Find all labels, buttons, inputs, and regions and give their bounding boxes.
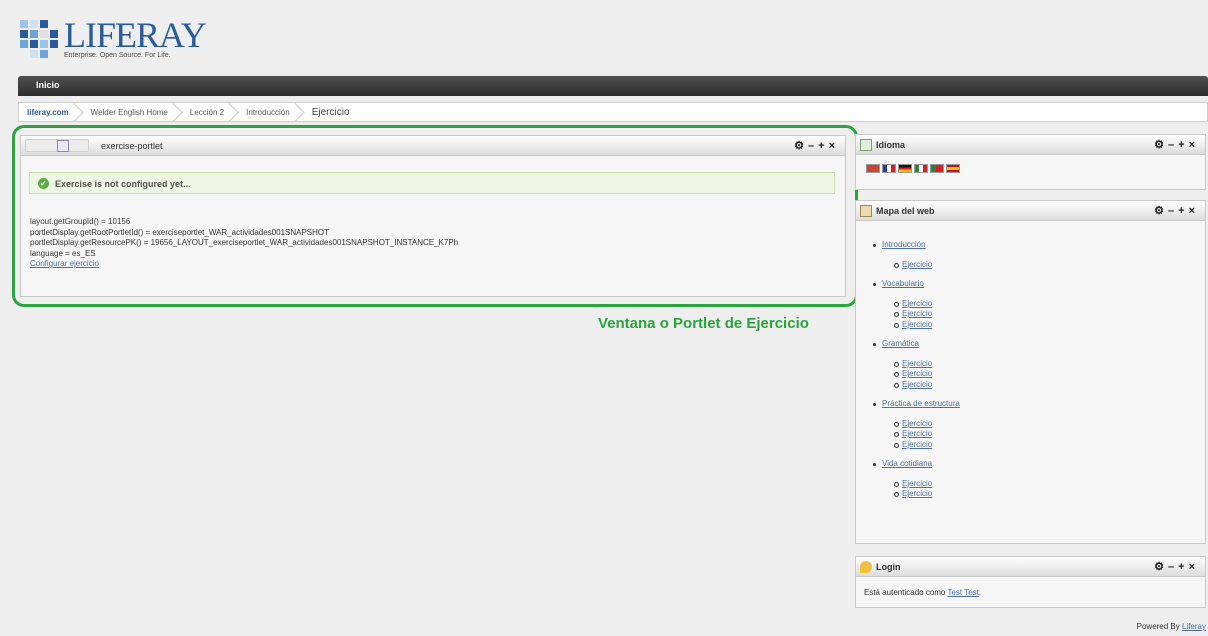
configure-icon[interactable]: ⚙ (1154, 138, 1168, 151)
login-portlet-title: Login (876, 562, 901, 572)
breadcrumb-item-welder-home[interactable]: Welder English Home (83, 103, 182, 121)
sitemap-section-link[interactable]: Práctica de estructura (882, 399, 960, 408)
sitemap-section: Vida cotidiana (864, 459, 960, 470)
logo-wordmark: LIFERAY (64, 15, 207, 55)
liferay-link[interactable]: Liferay (1182, 622, 1206, 631)
maximize-icon[interactable]: + (1178, 139, 1188, 151)
powered-by-text: Powered By (1136, 622, 1182, 631)
sitemap-section: Vocabulario (864, 279, 960, 290)
sitemap-section: Práctica de estructura (864, 399, 960, 410)
sitemap-subitem: Ejercicio (894, 380, 960, 391)
configure-icon[interactable]: ⚙ (1154, 560, 1168, 573)
language-flags (866, 164, 960, 173)
login-portlet: Login ⚙–+× Está autenticado como Test Te… (855, 556, 1206, 608)
maximize-icon[interactable]: + (1178, 205, 1188, 217)
sitemap-subitem: Ejercicio (894, 440, 960, 451)
sitemap-section-link[interactable]: Introducción (882, 240, 926, 249)
portlet-controls: ⚙–+× (1154, 204, 1199, 217)
sitemap-icon (860, 205, 872, 217)
sitemap-subitem: Ejercicio (894, 359, 960, 370)
user-link[interactable]: Test Test (947, 588, 978, 597)
breadcrumb-item-introduccion[interactable]: Introducción (238, 103, 304, 121)
sitemap-exercise-link[interactable]: Ejercicio (902, 380, 932, 389)
sitemap-subitem: Ejercicio (894, 309, 960, 320)
es-flag-icon[interactable] (946, 164, 960, 173)
sitemap-sublist: Ejercicio (864, 260, 960, 271)
sitemap-portlet-titlebar: Mapa del web ⚙–+× (856, 201, 1205, 221)
sitemap-subitem: Ejercicio (894, 369, 960, 380)
sitemap-exercise-link[interactable]: Ejercicio (902, 359, 932, 368)
minimize-icon[interactable]: – (1168, 561, 1178, 573)
breadcrumb-item-liferay[interactable]: liferay.com (19, 103, 83, 121)
sitemap-section-link[interactable]: Vida cotidiana (882, 459, 932, 468)
sitemap-portlet: Mapa del web ⚙–+× Introducción Ejercicio V… (855, 200, 1206, 544)
key-icon (860, 561, 872, 573)
sitemap-exercise-link[interactable]: Ejercicio (902, 309, 932, 318)
sitemap-exercise-link[interactable]: Ejercicio (902, 320, 932, 329)
sitemap-section: Gramática (864, 339, 960, 350)
sitemap-sublist: Ejercicio Ejercicio Ejercicio (864, 299, 960, 331)
login-status-period: . (978, 588, 982, 597)
main-navigation: Inicio (18, 76, 1208, 96)
nav-item-inicio[interactable]: Inicio (36, 80, 60, 90)
language-portlet-titlebar: Idioma ⚙–+× (856, 135, 1205, 155)
uk-flag-icon[interactable] (866, 164, 880, 173)
sitemap-sublist: Ejercicio Ejercicio Ejercicio (864, 419, 960, 451)
close-icon[interactable]: × (1189, 205, 1199, 217)
language-icon (860, 139, 872, 151)
pt-flag-icon[interactable] (930, 164, 944, 173)
sitemap-exercise-link[interactable]: Ejercicio (902, 440, 932, 449)
breadcrumb: liferay.com Welder English Home Lección … (18, 102, 1208, 122)
configure-icon[interactable]: ⚙ (1154, 204, 1168, 217)
sitemap-portlet-title: Mapa del web (876, 206, 935, 216)
footer-powered-by: Powered By Liferay (1137, 622, 1206, 631)
sitemap-exercise-link[interactable]: Ejercicio (902, 489, 932, 498)
sitemap-subitem: Ejercicio (894, 320, 960, 331)
sitemap-exercise-link[interactable]: Ejercicio (902, 479, 932, 488)
close-icon[interactable]: × (1189, 139, 1199, 151)
breadcrumb-item-leccion[interactable]: Lección 2 (182, 103, 238, 121)
login-portlet-titlebar: Login ⚙–+× (856, 557, 1205, 577)
logo-grid-icon (20, 20, 60, 60)
sitemap-exercise-link[interactable]: Ejercicio (902, 260, 932, 269)
login-status: Está autenticado como Test Test. (864, 588, 981, 597)
sitemap-sublist: Ejercicio Ejercicio Ejercicio (864, 359, 960, 391)
close-icon[interactable]: × (1189, 561, 1199, 573)
it-flag-icon[interactable] (914, 164, 928, 173)
sitemap-section-link[interactable]: Gramática (882, 339, 919, 348)
sitemap-tree: Introducción Ejercicio Vocabulario Ejercici… (864, 231, 960, 500)
portlet-controls: ⚙–+× (1154, 560, 1199, 573)
sitemap-sublist: Ejercicio Ejercicio (864, 479, 960, 500)
de-flag-icon[interactable] (898, 164, 912, 173)
fr-flag-icon[interactable] (882, 164, 896, 173)
sitemap-subitem: Ejercicio (894, 479, 960, 490)
sitemap-list: Introducción Ejercicio Vocabulario Ejercici… (864, 240, 960, 500)
portlet-controls: ⚙–+× (1154, 138, 1199, 151)
sitemap-exercise-link[interactable]: Ejercicio (902, 299, 932, 308)
maximize-icon[interactable]: + (1178, 561, 1188, 573)
annotation-label: Ventana o Portlet de Ejercicio (598, 315, 809, 332)
sitemap-section-link[interactable]: Vocabulario (882, 279, 924, 288)
language-portlet-title: Idioma (876, 140, 906, 150)
highlight-outline (12, 125, 858, 307)
sitemap-exercise-link[interactable]: Ejercicio (902, 369, 932, 378)
login-status-text: Está autenticado como (864, 588, 948, 597)
sitemap-subitem: Ejercicio (894, 489, 960, 500)
minimize-icon[interactable]: – (1168, 139, 1178, 151)
sitemap-subitem: Ejercicio (894, 419, 960, 430)
sitemap-section: Introducción (864, 240, 960, 251)
sitemap-subitem: Ejercicio (894, 260, 960, 271)
liferay-logo[interactable]: LIFERAY Enterprise. Open Source. For Lif… (20, 12, 210, 68)
breadcrumb-item-ejercicio[interactable]: Ejercicio (304, 103, 364, 121)
minimize-icon[interactable]: – (1168, 205, 1178, 217)
sitemap-exercise-link[interactable]: Ejercicio (902, 429, 932, 438)
logo-tagline: Enterprise. Open Source. For Life. (64, 52, 171, 59)
sitemap-exercise-link[interactable]: Ejercicio (902, 419, 932, 428)
language-portlet: Idioma ⚙–+× (855, 134, 1206, 190)
sitemap-subitem: Ejercicio (894, 429, 960, 440)
sitemap-subitem: Ejercicio (894, 299, 960, 310)
